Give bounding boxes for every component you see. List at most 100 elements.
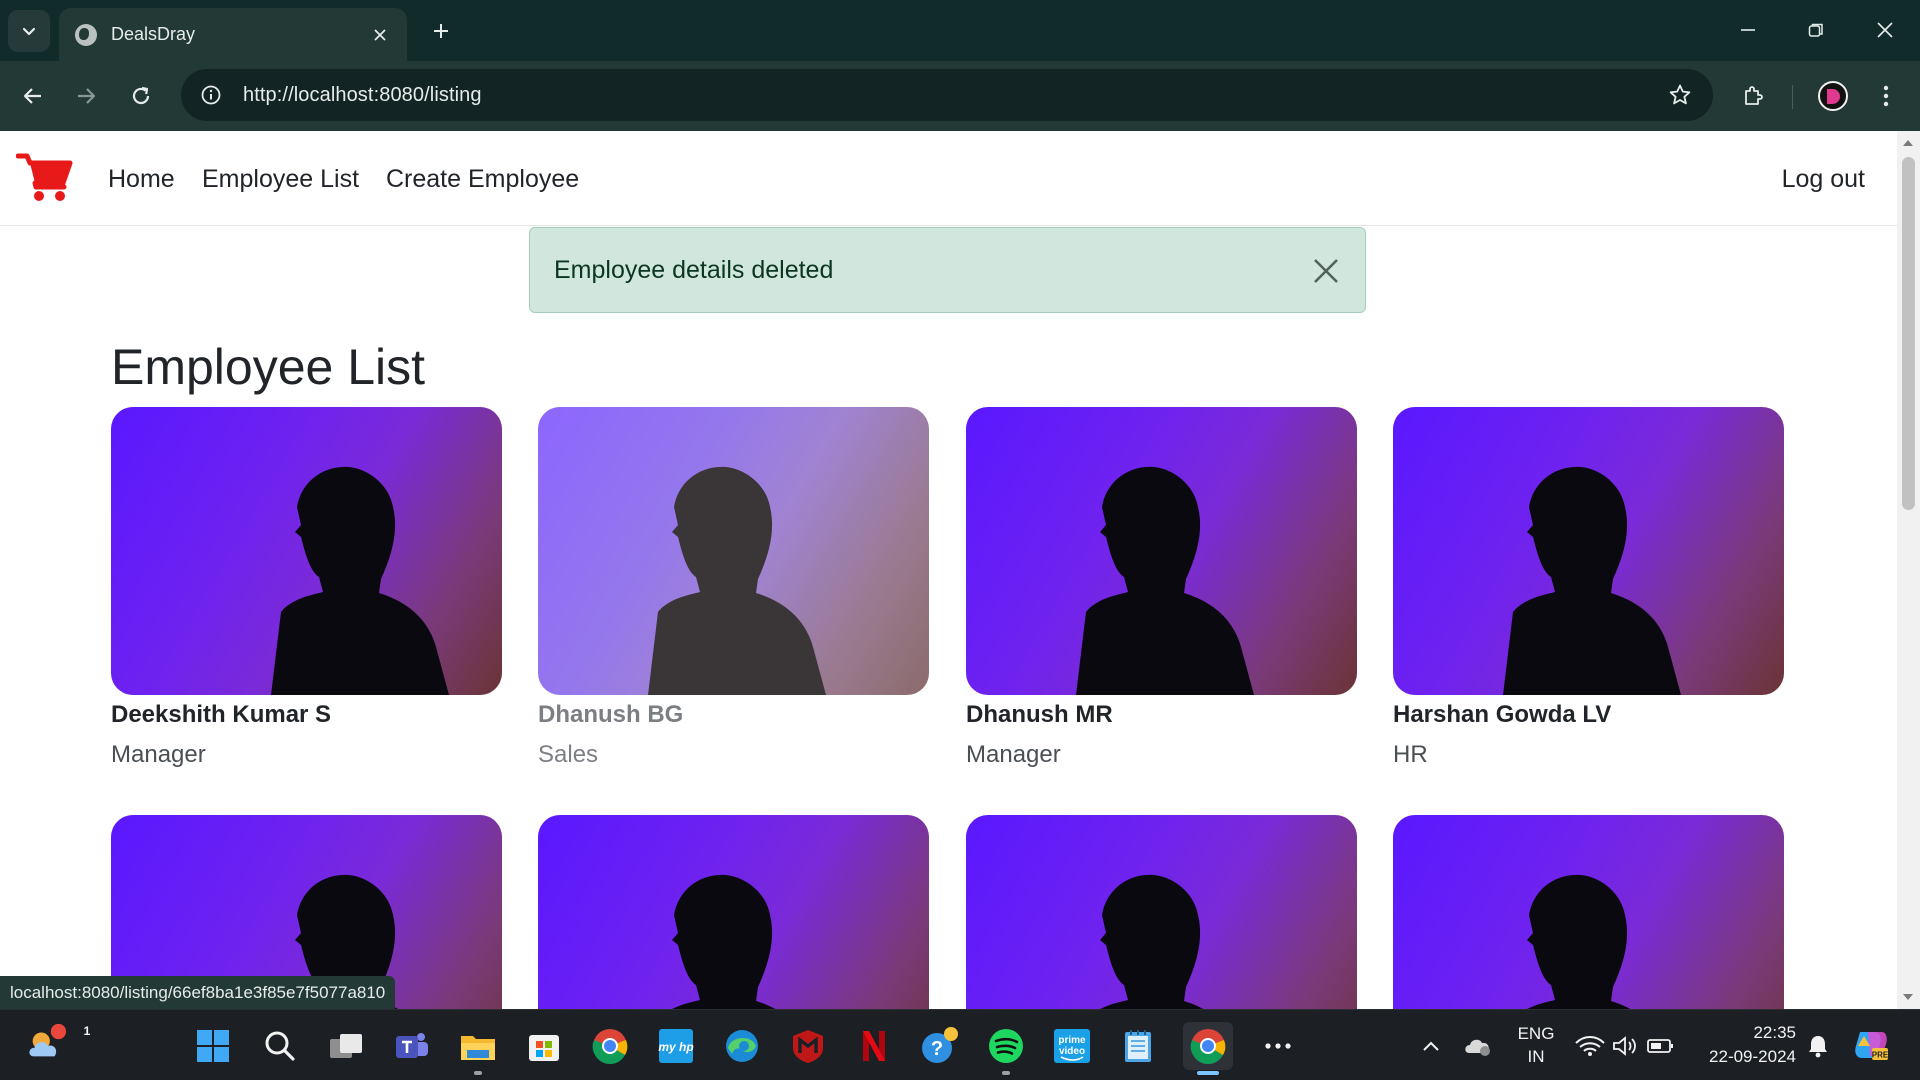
chrome-icon — [1190, 1029, 1226, 1064]
nav-link-create-employee[interactable]: Create Employee — [386, 165, 579, 194]
employee-photo — [1393, 815, 1784, 1009]
bookmark-star-button[interactable] — [1663, 78, 1697, 112]
minimize-button[interactable] — [1723, 8, 1773, 52]
arrow-right-icon — [78, 88, 96, 104]
spotify-icon — [989, 1029, 1023, 1063]
new-tab-button[interactable] — [424, 14, 458, 48]
notepad-app[interactable] — [1117, 1025, 1159, 1067]
employee-card[interactable] — [1393, 815, 1784, 1009]
browser-tab-bar: DealsDray — [0, 0, 1920, 61]
employee-card[interactable]: Harshan Gowda LV HR — [1393, 407, 1784, 769]
shopping-cart-logo-icon[interactable] — [16, 151, 74, 203]
svg-text:video: video — [1059, 1046, 1085, 1057]
nav-link-employee-list[interactable]: Employee List — [202, 165, 359, 194]
network-volume-battery-tray[interactable] — [1571, 1025, 1681, 1067]
employee-name: Dhanush MR — [966, 701, 1113, 728]
kebab-menu-icon — [1883, 85, 1889, 107]
employee-role: Sales — [538, 741, 599, 768]
clock-date[interactable]: 22-09-2024 — [1696, 1047, 1796, 1067]
mcafee-app[interactable] — [787, 1025, 829, 1067]
copilot-button[interactable]: PRE — [1850, 1025, 1892, 1067]
employee-role: Manager — [111, 741, 206, 768]
onedrive-tray[interactable] — [1457, 1025, 1499, 1067]
star-icon — [1669, 84, 1691, 105]
employee-card[interactable]: Deekshith Kumar S Manager — [111, 407, 502, 769]
teams-app[interactable] — [391, 1025, 433, 1067]
employee-photo — [1393, 407, 1784, 695]
menu-button[interactable] — [1866, 76, 1906, 116]
close-window-button[interactable] — [1860, 8, 1910, 52]
weather-widget[interactable]: 1 — [26, 1022, 90, 1064]
browser-tab[interactable]: DealsDray — [59, 8, 407, 61]
page-scrollbar[interactable] — [1897, 131, 1920, 1009]
back-button[interactable] — [13, 76, 53, 116]
link-status-bubble: localhost:8080/listing/66ef8ba1e3f85e7f5… — [0, 976, 396, 1009]
scroll-down-arrow-icon[interactable] — [1903, 994, 1913, 1000]
extensions-button[interactable] — [1733, 76, 1773, 116]
employee-photo — [538, 407, 929, 695]
weather-cloud-icon — [29, 1023, 67, 1057]
microsoft-store-app[interactable] — [523, 1025, 565, 1067]
reload-button[interactable] — [121, 76, 161, 116]
wifi-volume-battery-icon — [1575, 1036, 1673, 1056]
weather-badge: 1 — [83, 1024, 91, 1038]
toolbar-divider — [1792, 85, 1793, 109]
employee-role: Manager — [966, 741, 1061, 768]
employee-card[interactable] — [538, 815, 929, 1009]
svg-text:my hp: my hp — [658, 1040, 693, 1054]
file-explorer-app[interactable] — [457, 1025, 499, 1075]
plus-icon — [434, 24, 448, 38]
restore-button[interactable] — [1791, 8, 1841, 52]
search-button[interactable] — [259, 1025, 301, 1067]
notifications-button[interactable] — [1797, 1025, 1839, 1067]
help-icon: ? — [922, 1027, 958, 1063]
chrome-app[interactable] — [589, 1025, 631, 1067]
language-top[interactable]: ENG — [1512, 1024, 1560, 1044]
task-view-button[interactable] — [325, 1025, 367, 1067]
page-viewport: Home Employee List Create Employee Log o… — [0, 131, 1897, 1009]
netflix-app[interactable] — [853, 1025, 895, 1067]
employee-name: Dhanush BG — [538, 701, 684, 728]
nav-link-home[interactable]: Home — [108, 165, 175, 194]
employee-card[interactable]: Dhanush MR Manager — [966, 407, 1357, 769]
tab-search-button[interactable] — [8, 10, 50, 52]
tab-close-button[interactable] — [369, 24, 391, 46]
prime-video-app[interactable]: prime video — [1051, 1025, 1093, 1067]
myhp-icon: my hp — [658, 1029, 694, 1063]
chrome-active-app[interactable] — [1183, 1022, 1233, 1075]
profile-button[interactable] — [1813, 76, 1853, 116]
employee-card[interactable] — [966, 815, 1357, 1009]
active-indicator — [1197, 1071, 1219, 1075]
url-text[interactable]: http://localhost:8080/listing — [243, 84, 482, 107]
tray-overflow-button[interactable] — [1410, 1025, 1452, 1067]
chevron-up-icon — [1423, 1041, 1439, 1051]
scroll-up-arrow-icon[interactable] — [1903, 140, 1913, 146]
spotify-app[interactable] — [985, 1025, 1027, 1075]
person-silhouette-icon — [271, 466, 449, 695]
more-apps-button[interactable] — [1257, 1025, 1299, 1067]
success-alert: Employee details deleted — [529, 227, 1366, 313]
forward-button[interactable] — [66, 76, 106, 116]
alert-close-button[interactable] — [1311, 256, 1341, 286]
logout-link[interactable]: Log out — [1782, 165, 1865, 194]
person-silhouette-icon — [648, 466, 826, 695]
person-silhouette-icon — [1503, 466, 1681, 695]
close-icon — [1314, 259, 1338, 283]
myhp-app[interactable]: my hp — [655, 1025, 697, 1067]
employee-photo — [966, 407, 1357, 695]
more-icon — [1265, 1043, 1291, 1049]
close-icon — [1877, 22, 1893, 38]
site-info-button[interactable] — [195, 79, 227, 111]
start-button[interactable] — [192, 1025, 234, 1067]
clock-time[interactable]: 22:35 — [1696, 1023, 1796, 1043]
language-bottom[interactable]: IN — [1512, 1047, 1560, 1067]
address-bar[interactable]: http://localhost:8080/listing — [181, 69, 1713, 121]
get-help-app[interactable]: ? — [919, 1025, 961, 1067]
bell-icon — [1809, 1036, 1827, 1058]
person-silhouette-icon — [1100, 874, 1204, 1009]
scrollbar-thumb[interactable] — [1902, 157, 1915, 510]
edge-app[interactable] — [721, 1025, 763, 1067]
employee-name: Deekshith Kumar S — [111, 701, 332, 728]
close-icon — [374, 28, 386, 41]
employee-card[interactable]: Dhanush BG Sales — [538, 407, 929, 769]
